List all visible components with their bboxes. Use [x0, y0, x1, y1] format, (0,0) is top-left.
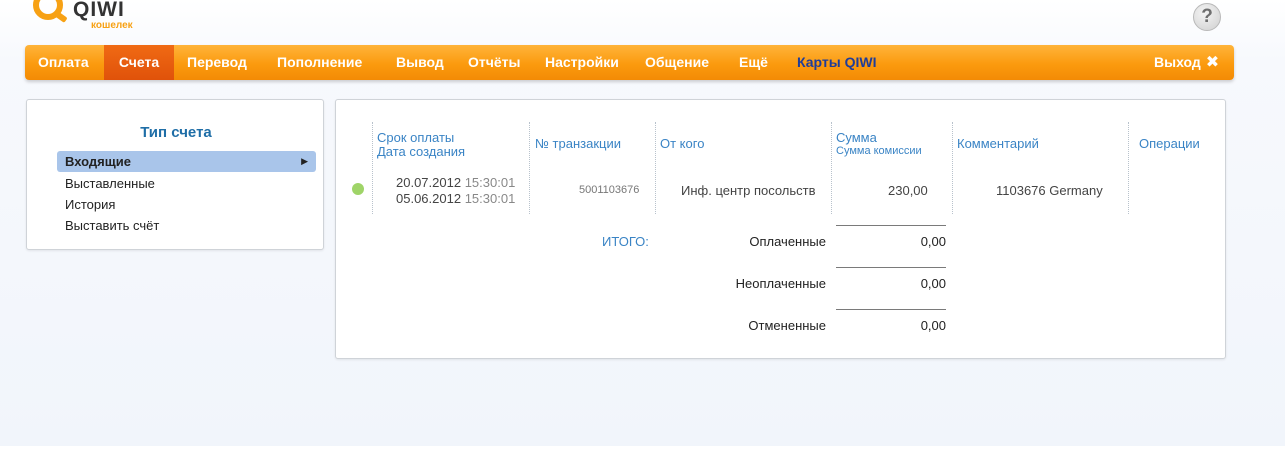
row-comment: 1103676 Germany	[996, 183, 1103, 198]
row-amount: 230,00	[888, 183, 928, 198]
logo-tail-icon	[54, 11, 68, 23]
nav-qiwi-cards[interactable]: Карты QIWI	[797, 45, 876, 80]
header-comment[interactable]: Комментарий	[957, 136, 1039, 151]
header-operations: Операции	[1139, 136, 1200, 151]
nav-topup[interactable]: Пополнение	[277, 45, 362, 80]
header-transaction[interactable]: № транзакции	[535, 136, 621, 151]
totals-divider	[836, 309, 946, 310]
row-created-date: 05.06.2012 15:30:01	[396, 191, 516, 206]
type-item-label: Входящие	[65, 154, 131, 169]
nav-reports[interactable]: Отчёты	[468, 45, 520, 80]
type-item-history[interactable]: История	[65, 197, 115, 212]
total-unpaid-value: 0,00	[920, 276, 946, 291]
nav-communication[interactable]: Общение	[645, 45, 709, 80]
qiwi-logo[interactable]: QIWI кошелек	[33, 0, 153, 36]
column-divider	[831, 122, 832, 214]
header-amount[interactable]: Сумма	[836, 130, 877, 145]
type-item-create-invoice[interactable]: Выставить счёт	[65, 218, 159, 233]
arrow-right-icon: ▶	[301, 156, 308, 166]
nav-payment[interactable]: Оплата	[38, 45, 89, 80]
nav-more[interactable]: Ещё	[739, 45, 768, 80]
total-cancelled-label: Отмененные	[748, 318, 826, 333]
nav-invoices[interactable]: Счета	[104, 45, 174, 80]
header-due-date[interactable]: Срок оплаты	[377, 130, 454, 145]
totals-label: ИТОГО:	[602, 234, 649, 249]
logo-subtitle: кошелек	[91, 20, 133, 31]
column-divider	[655, 122, 656, 214]
type-item-incoming[interactable]: Входящие ▶	[57, 151, 316, 172]
column-divider	[952, 122, 953, 214]
total-cancelled-value: 0,00	[920, 318, 946, 333]
column-divider	[529, 122, 530, 214]
close-icon: ✖	[1205, 54, 1220, 71]
nav-exit[interactable]: Выход ✖	[1154, 45, 1219, 80]
nav-transfer[interactable]: Перевод	[187, 45, 247, 80]
totals-divider	[836, 267, 946, 268]
header-created[interactable]: Дата создания	[377, 144, 465, 159]
total-paid-value: 0,00	[920, 234, 946, 249]
total-unpaid-label: Неоплаченные	[735, 276, 826, 291]
column-divider	[372, 122, 373, 214]
total-paid-label: Оплаченные	[749, 234, 826, 249]
invoice-type-panel: Тип счета Входящие ▶ Выставленные Истори…	[26, 99, 324, 250]
nav-exit-label: Выход	[1154, 54, 1201, 70]
nav-settings[interactable]: Настройки	[545, 45, 619, 80]
bottom-strip	[0, 446, 1285, 453]
column-divider	[1128, 122, 1129, 214]
type-item-issued[interactable]: Выставленные	[65, 176, 155, 191]
row-due-date: 20.07.2012 15:30:01	[396, 175, 516, 190]
question-icon: ?	[1201, 6, 1213, 27]
panel-title: Тип счета	[140, 124, 212, 141]
header-from[interactable]: От кого	[660, 136, 704, 151]
totals-divider	[836, 225, 946, 226]
row-from: Инф. центр посольств	[681, 183, 816, 198]
row-transaction[interactable]: 5001103676	[579, 184, 639, 196]
status-indicator	[352, 183, 364, 195]
help-button[interactable]: ?	[1193, 3, 1221, 31]
logo-brand: QIWI	[73, 0, 125, 21]
header-commission[interactable]: Сумма комиссии	[836, 145, 922, 157]
nav-withdraw[interactable]: Вывод	[396, 45, 444, 80]
main-nav: Оплата Счета Перевод Пополнение Вывод От…	[25, 45, 1234, 80]
invoices-panel: Срок оплаты Дата создания № транзакции О…	[335, 99, 1226, 359]
